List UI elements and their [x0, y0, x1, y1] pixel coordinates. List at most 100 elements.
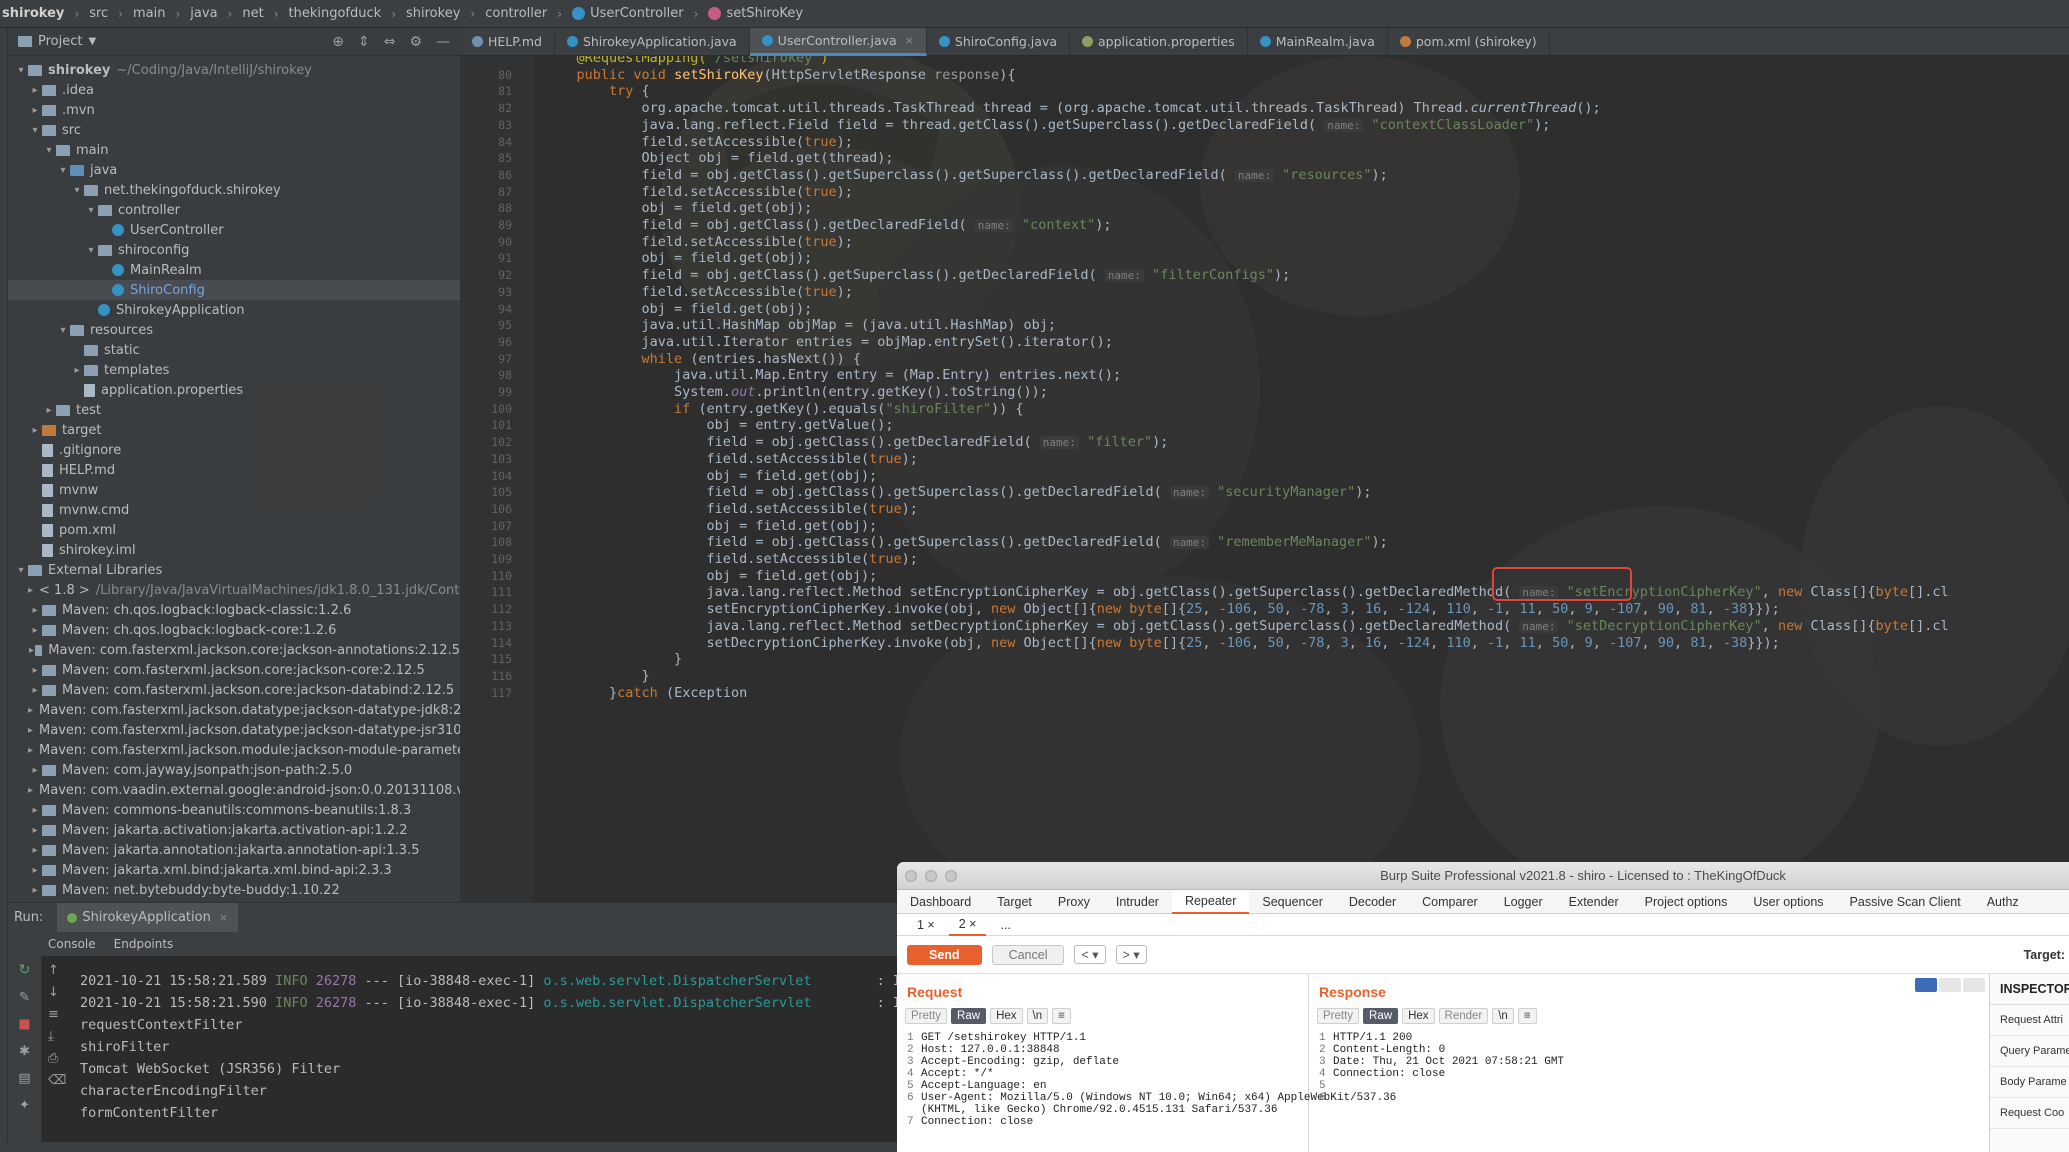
burp-tab-extender[interactable]: Extender: [1556, 890, 1632, 914]
chevron-right-icon[interactable]: ▸: [28, 105, 42, 116]
chevron-right-icon[interactable]: ▸: [28, 85, 42, 96]
tree-item[interactable]: mvnw.cmd: [8, 500, 460, 520]
chevron-down-icon[interactable]: ▾: [56, 165, 70, 176]
tree-item[interactable]: ▾ main: [8, 140, 460, 160]
breadcrumb-item[interactable]: controller: [483, 6, 549, 21]
tree-item[interactable]: ▸ Maven: jakarta.activation:jakarta.activ…: [8, 820, 460, 840]
chevron-right-icon[interactable]: ▸: [42, 405, 56, 416]
format-4[interactable]: ≡: [1052, 1008, 1071, 1024]
tab-mainrealm-java[interactable]: MainRealm.java: [1248, 27, 1388, 56]
stop-icon[interactable]: ■: [8, 1017, 41, 1032]
format-0[interactable]: Pretty: [1317, 1008, 1360, 1024]
tree-item[interactable]: ▸ Maven: com.fasterxml.jackson.module:jac…: [8, 740, 460, 760]
chevron-right-icon[interactable]: ▸: [28, 425, 42, 436]
tree-item[interactable]: ▸ Maven: jakarta.xml.bind:jakarta.xml.bin…: [8, 860, 460, 880]
tree-item[interactable]: ▸ Maven: com.fasterxml.jackson.core:jacks…: [8, 640, 460, 660]
gear-icon[interactable]: ⚙: [409, 34, 422, 50]
format-3[interactable]: \n: [1026, 1008, 1049, 1024]
tab-help-md[interactable]: HELP.md: [460, 27, 555, 56]
tree-item[interactable]: ▾ External Libraries: [8, 560, 460, 580]
arrow-up-icon[interactable]: ↑: [48, 960, 66, 982]
response-editor[interactable]: 1 HTTP/1.1 200 2 Content-Length: 0 3 Date: Th…: [1309, 1024, 1989, 1104]
format-3[interactable]: Render: [1438, 1008, 1489, 1024]
soft-wrap-icon[interactable]: ≡: [48, 1004, 66, 1026]
tab-application-properties[interactable]: application.properties: [1070, 27, 1248, 56]
breadcrumb-item[interactable]: thekingofduck: [287, 6, 384, 21]
rerun-icon[interactable]: ↻: [8, 962, 41, 978]
chevron-down-icon[interactable]: ▾: [14, 565, 28, 576]
breadcrumb-item[interactable]: shirokey: [404, 6, 462, 21]
format-1[interactable]: Raw: [951, 1008, 987, 1024]
tree-item[interactable]: ▸ Maven: com.jayway.jsonpath:json-path:2.…: [8, 760, 460, 780]
burp-tab-target[interactable]: Target: [984, 890, 1045, 914]
breadcrumb-item[interactable]: net: [240, 6, 265, 21]
chevron-right-icon[interactable]: ▸: [28, 785, 33, 796]
layout-horizontal-icon[interactable]: [1939, 978, 1961, 992]
chevron-down-icon[interactable]: ▾: [84, 205, 98, 216]
burp-tab-intruder[interactable]: Intruder: [1103, 890, 1172, 914]
repeater-subtab[interactable]: 2 ×: [948, 914, 987, 936]
repeater-subtab[interactable]: 1 ×: [907, 914, 945, 936]
run-config-tab[interactable]: ShirokeyApplication ×: [57, 902, 239, 933]
tree-item[interactable]: application.properties: [8, 380, 460, 400]
burp-tab-passive-scan-client[interactable]: Passive Scan Client: [1837, 890, 1974, 914]
tree-item[interactable]: ▸ test: [8, 400, 460, 420]
chevron-down-icon[interactable]: ▾: [70, 185, 84, 196]
burp-tab-user-options[interactable]: User options: [1740, 890, 1836, 914]
chevron-right-icon[interactable]: ▸: [28, 645, 35, 656]
tree-item[interactable]: pom.xml: [8, 520, 460, 540]
burp-tab-comparer[interactable]: Comparer: [1409, 890, 1491, 914]
request-editor[interactable]: 1 GET /setshirokey HTTP/1.1 2 Host: 127.0.0…: [897, 1024, 1396, 1128]
chevron-down-icon[interactable]: ▾: [56, 325, 70, 336]
chevron-right-icon[interactable]: ▸: [28, 605, 42, 616]
tree-item[interactable]: HELP.md: [8, 460, 460, 480]
tree-item[interactable]: ▾ shiroconfig: [8, 240, 460, 260]
burp-tab-repeater[interactable]: Repeater: [1171, 889, 1250, 914]
tree-item[interactable]: ▾ net.thekingofduck.shirokey: [8, 180, 460, 200]
tree-item[interactable]: MainRealm: [8, 260, 460, 280]
tree-item[interactable]: ▸ Maven: com.vaadin.external.google:andro…: [8, 780, 460, 800]
chevron-right-icon[interactable]: ▸: [28, 725, 33, 736]
burp-tab-project-options[interactable]: Project options: [1632, 890, 1741, 914]
tree-item[interactable]: ▾ shirokey ~/Coding/Java/IntelliJ/shirokey: [8, 60, 460, 80]
debug-icon[interactable]: ✱: [8, 1044, 41, 1059]
tab-console[interactable]: Console: [48, 937, 96, 951]
inspector-row[interactable]: Request Attri: [1990, 1005, 2069, 1036]
format-0[interactable]: Pretty: [905, 1008, 948, 1024]
tab-pom-xml-shirokey-[interactable]: pom.xml (shirokey): [1388, 27, 1550, 56]
breadcrumb-item[interactable]: main: [131, 6, 167, 21]
inspector-row[interactable]: Body Parame: [1990, 1067, 2069, 1098]
tree-item[interactable]: ▾ java: [8, 160, 460, 180]
tree-item[interactable]: ▾ resources: [8, 320, 460, 340]
format-2[interactable]: Hex: [1402, 1008, 1435, 1024]
tab-shiroconfig-java[interactable]: ShiroConfig.java: [927, 27, 1071, 56]
tree-item[interactable]: mvnw: [8, 480, 460, 500]
chevron-right-icon[interactable]: ▸: [28, 685, 42, 696]
tab-usercontroller-java[interactable]: UserController.java ×: [749, 27, 927, 56]
tree-item[interactable]: ▸ Maven: ch.qos.logback:logback-classic:1…: [8, 600, 460, 620]
tree-item[interactable]: ▸ .idea: [8, 80, 460, 100]
chevron-down-icon[interactable]: ▼: [88, 36, 96, 47]
chevron-right-icon[interactable]: ▸: [28, 665, 42, 676]
chevron-down-icon[interactable]: ▾: [84, 245, 98, 256]
tab-shirokeyapplication-java[interactable]: ShirokeyApplication.java: [555, 27, 750, 56]
tree-item[interactable]: ▸ target: [8, 420, 460, 440]
chevron-right-icon[interactable]: ▸: [28, 885, 42, 896]
arrow-down-icon[interactable]: ↓: [48, 982, 66, 1004]
history-back-button[interactable]: < ▾: [1074, 945, 1106, 964]
chevron-down-icon[interactable]: ▾: [42, 145, 56, 156]
layout-icon[interactable]: ▤: [8, 1071, 41, 1086]
tree-item[interactable]: ▸ Maven: com.fasterxml.jackson.datatype:j…: [8, 720, 460, 740]
chevron-down-icon[interactable]: ▾: [28, 125, 42, 136]
burp-tab-dashboard[interactable]: Dashboard: [897, 890, 984, 914]
breadcrumb-item[interactable]: UserController: [570, 6, 686, 21]
tree-item[interactable]: ▸ Maven: commons-beanutils:commons-beanut…: [8, 800, 460, 820]
tree-item[interactable]: UserController: [8, 220, 460, 240]
scroll-end-icon[interactable]: ⤓: [48, 1026, 66, 1048]
breadcrumb-item[interactable]: shirokey: [0, 6, 66, 21]
chevron-right-icon[interactable]: ▸: [28, 865, 42, 876]
tree-item[interactable]: ▸ Maven: jakarta.annotation:jakarta.annot…: [8, 840, 460, 860]
tree-item[interactable]: ShirokeyApplication: [8, 300, 460, 320]
print-icon[interactable]: ⎙: [48, 1048, 66, 1070]
format-5[interactable]: ≡: [1517, 1008, 1537, 1024]
